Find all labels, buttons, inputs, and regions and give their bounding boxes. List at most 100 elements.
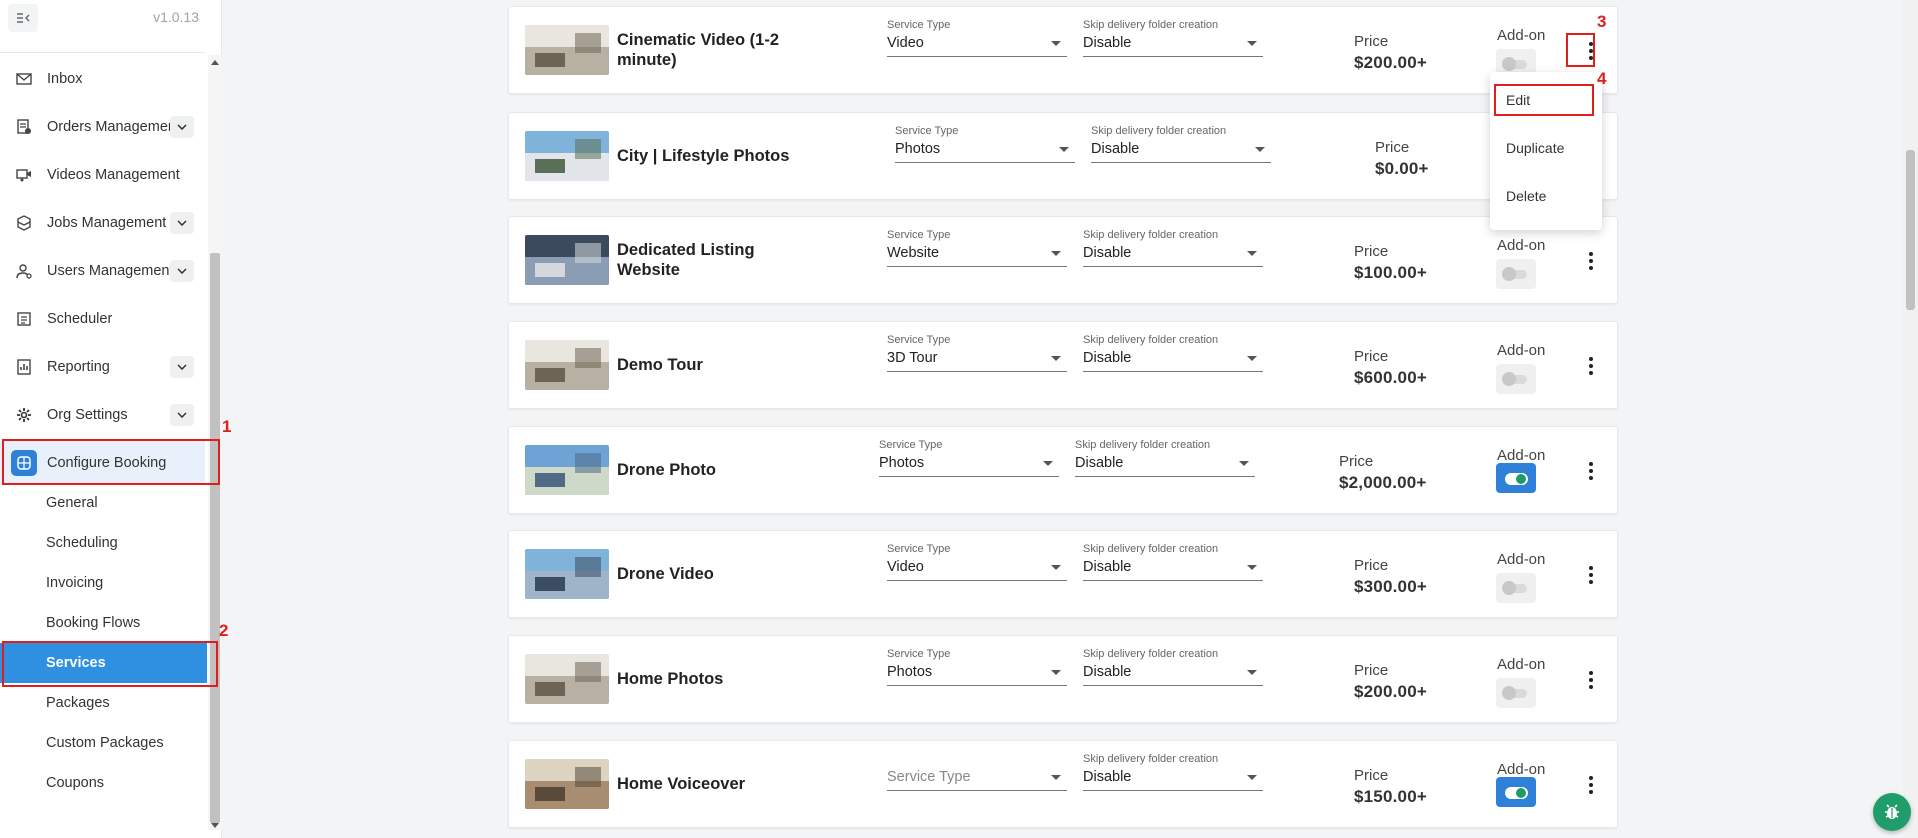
sidebar-subitem-custom-packages[interactable]: Custom Packages xyxy=(0,723,207,763)
service-name[interactable]: Home Photos xyxy=(617,669,807,689)
sidebar-subitem-packages[interactable]: Packages xyxy=(0,683,207,723)
mail-icon xyxy=(15,70,33,88)
service-type-value: Video xyxy=(887,559,1067,581)
skip-delivery-select[interactable]: Skip delivery folder creation Disable xyxy=(1075,439,1255,477)
service-card[interactable]: Home Voiceover . Service Type Skip deliv… xyxy=(508,740,1618,828)
more-actions-icon[interactable] xyxy=(1581,247,1601,275)
skip-delivery-select[interactable]: Skip delivery folder creation Disable xyxy=(1091,125,1271,163)
bug-report-button[interactable] xyxy=(1873,793,1911,831)
scroll-up-icon[interactable] xyxy=(211,60,219,65)
skip-delivery-label: Skip delivery folder creation xyxy=(1075,439,1211,451)
sidebar-divider xyxy=(0,52,205,53)
addon-toggle[interactable] xyxy=(1496,573,1536,603)
chevron-down-icon[interactable] xyxy=(170,356,194,378)
skip-delivery-label: Skip delivery folder creation xyxy=(1083,19,1219,31)
service-type-select[interactable]: . Service Type xyxy=(887,753,1067,791)
addon-toggle[interactable] xyxy=(1496,259,1536,289)
annotation-box-3 xyxy=(1566,33,1595,67)
sidebar-item-videos-management[interactable]: Videos Management xyxy=(0,157,205,193)
collapse-sidebar-button[interactable] xyxy=(8,4,38,32)
service-type-label: Service Type xyxy=(887,543,951,555)
service-type-select[interactable]: Service Type 3D Tour xyxy=(887,334,1067,372)
addon-label: Add-on xyxy=(1497,447,1546,464)
video-icon xyxy=(15,166,33,184)
service-type-select[interactable]: Service Type Photos xyxy=(887,648,1067,686)
skip-delivery-select[interactable]: Skip delivery folder creation Disable xyxy=(1083,753,1263,791)
service-name[interactable]: Home Voiceover xyxy=(617,774,807,794)
service-card[interactable]: Home Photos Service Type Photos Skip del… xyxy=(508,635,1618,723)
sidebar-subitem-booking-flows[interactable]: Booking Flows xyxy=(0,603,207,643)
service-type-select[interactable]: Service Type Photos xyxy=(895,125,1075,163)
more-actions-icon[interactable] xyxy=(1581,457,1601,485)
chevron-down-icon[interactable] xyxy=(170,404,194,426)
service-card[interactable]: Drone Video Service Type Video Skip deli… xyxy=(508,530,1618,618)
price-value: $150.00+ xyxy=(1354,787,1427,806)
service-card[interactable]: Drone Photo Service Type Photos Skip del… xyxy=(508,426,1618,514)
scrollbar-thumb[interactable] xyxy=(210,253,220,823)
sidebar-subitem-invoicing[interactable]: Invoicing xyxy=(0,563,207,603)
sidebar-item-users-management[interactable]: Users Management xyxy=(0,253,205,289)
skip-delivery-label: Skip delivery folder creation xyxy=(1083,543,1219,555)
more-actions-icon[interactable] xyxy=(1581,771,1601,799)
addon-toggle[interactable] xyxy=(1496,777,1536,807)
chevron-down-icon xyxy=(1051,670,1061,675)
service-name[interactable]: Drone Photo xyxy=(617,460,807,480)
service-thumbnail xyxy=(525,235,609,285)
skip-delivery-select[interactable]: Skip delivery folder creation Disable xyxy=(1083,648,1263,686)
service-name[interactable]: Dedicated Listing Website xyxy=(617,240,807,280)
toggle-knob xyxy=(1502,57,1516,71)
chevron-down-icon[interactable] xyxy=(170,260,194,282)
sidebar-item-scheduler[interactable]: Scheduler xyxy=(0,301,205,337)
app-version: v1.0.13 xyxy=(153,9,199,25)
service-name[interactable]: City | Lifestyle Photos xyxy=(617,146,807,166)
service-card[interactable]: Dedicated Listing Website Service Type W… xyxy=(508,216,1618,304)
menu-item-duplicate[interactable]: Duplicate xyxy=(1490,128,1602,168)
scroll-down-icon[interactable] xyxy=(211,823,219,828)
service-type-placeholder: Service Type xyxy=(887,769,1067,791)
chevron-down-icon xyxy=(1247,670,1257,675)
sidebar-item-org-settings[interactable]: Org Settings xyxy=(0,397,205,433)
sidebar-item-label: Org Settings xyxy=(47,407,128,423)
sidebar-item-jobs-management[interactable]: Jobs Management xyxy=(0,205,205,241)
scrollbar-thumb[interactable] xyxy=(1906,150,1915,310)
sidebar-item-orders-management[interactable]: Orders Management xyxy=(0,109,205,145)
service-card[interactable]: City | Lifestyle Photos Service Type Pho… xyxy=(508,112,1618,200)
service-name[interactable]: Drone Video xyxy=(617,564,807,584)
sidebar-item-inbox[interactable]: Inbox xyxy=(0,61,205,97)
sidebar-subitem-scheduling[interactable]: Scheduling xyxy=(0,523,207,563)
sidebar-item-reporting[interactable]: Reporting xyxy=(0,349,205,385)
addon-toggle[interactable] xyxy=(1496,678,1536,708)
sidebar-subitem-general[interactable]: General xyxy=(0,483,207,523)
more-actions-icon[interactable] xyxy=(1581,352,1601,380)
chevron-down-icon[interactable] xyxy=(170,212,194,234)
toggle-knob xyxy=(1502,686,1516,700)
skip-delivery-select[interactable]: Skip delivery folder creation Disable xyxy=(1083,229,1263,267)
chevron-down-icon[interactable] xyxy=(170,116,194,138)
chevron-down-icon xyxy=(1059,147,1069,152)
chevron-down-icon xyxy=(1247,565,1257,570)
chevron-down-icon xyxy=(1247,251,1257,256)
service-name[interactable]: Demo Tour xyxy=(617,355,807,375)
service-card[interactable]: Demo Tour Service Type 3D Tour Skip deli… xyxy=(508,321,1618,409)
main-scrollbar[interactable] xyxy=(1903,0,1918,838)
chevron-down-icon xyxy=(1255,147,1265,152)
more-actions-icon[interactable] xyxy=(1581,666,1601,694)
service-type-select[interactable]: Service Type Photos xyxy=(879,439,1059,477)
service-type-select[interactable]: Service Type Website xyxy=(887,229,1067,267)
service-card[interactable]: Cinematic Video (1-2 minute) Service Typ… xyxy=(508,6,1618,94)
addon-toggle[interactable] xyxy=(1496,364,1536,394)
service-type-select[interactable]: Service Type Video xyxy=(887,19,1067,57)
addon-toggle[interactable] xyxy=(1496,463,1536,493)
price-label: Price xyxy=(1354,557,1389,574)
sidebar: v1.0.13 Inbox Orders Management Videos M… xyxy=(0,0,222,838)
sidebar-subitem-coupons[interactable]: Coupons xyxy=(0,763,207,803)
skip-delivery-select[interactable]: Skip delivery folder creation Disable xyxy=(1083,543,1263,581)
more-actions-icon[interactable] xyxy=(1581,561,1601,589)
menu-item-delete[interactable]: Delete xyxy=(1490,176,1602,216)
service-name[interactable]: Cinematic Video (1-2 minute) xyxy=(617,30,807,70)
service-thumbnail xyxy=(525,549,609,599)
skip-delivery-select[interactable]: Skip delivery folder creation Disable xyxy=(1083,334,1263,372)
annotation-number-1: 1 xyxy=(222,417,232,436)
skip-delivery-select[interactable]: Skip delivery folder creation Disable xyxy=(1083,19,1263,57)
service-type-select[interactable]: Service Type Video xyxy=(887,543,1067,581)
